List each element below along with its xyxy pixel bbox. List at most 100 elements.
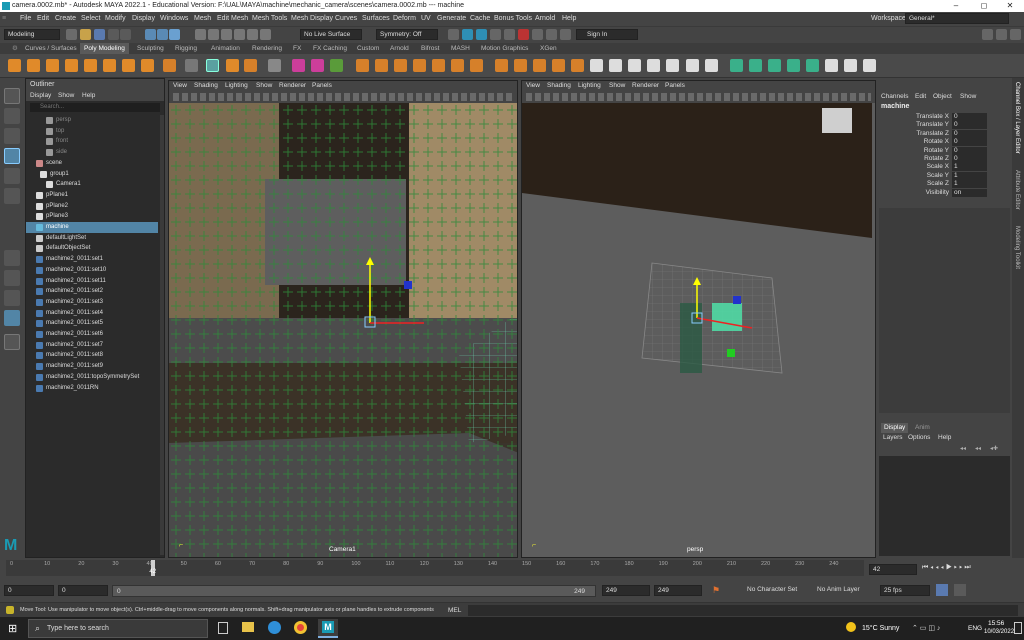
channel-menu-edit[interactable]: Edit [915, 92, 926, 102]
outliner-item[interactable]: machime2_0011:set1 [26, 254, 158, 265]
sign-in-button[interactable]: Sign In [576, 29, 638, 40]
freeze-transform-icon[interactable] [863, 59, 876, 72]
menu-set-dropdown[interactable]: Modeling [4, 29, 60, 40]
channel-menu-channels[interactable]: Channels [881, 92, 908, 102]
side-tab-channel-box[interactable]: Channel Box / Layer Editor [1014, 82, 1020, 154]
reduce-icon[interactable] [590, 59, 603, 72]
select-object-icon[interactable] [157, 29, 168, 40]
outliner-item[interactable]: machime2_0011:set3 [26, 297, 158, 308]
arnold-render-icon[interactable] [518, 29, 529, 40]
outliner-item[interactable]: persp [26, 115, 158, 126]
channel-value[interactable]: 0 [952, 113, 987, 121]
vp1-menu-shading[interactable]: Shading [194, 81, 218, 91]
fill-hole-icon[interactable] [451, 59, 464, 72]
poly-cylinder-icon[interactable] [46, 59, 59, 72]
character-set-dropdown[interactable]: No Character Set [744, 585, 808, 596]
poly-sphere-icon[interactable] [8, 59, 21, 72]
channel-value[interactable]: 0 [952, 121, 987, 130]
notifications-icon[interactable] [1014, 622, 1022, 634]
quad-draw-icon[interactable] [533, 59, 546, 72]
vp1-menu-renderer[interactable]: Renderer [279, 81, 306, 91]
ipr-render-icon[interactable] [476, 29, 487, 40]
outliner-item[interactable]: Camera1 [26, 179, 158, 190]
target-weld-icon[interactable] [495, 59, 508, 72]
history-icon[interactable] [448, 29, 459, 40]
viewport-icon-bar[interactable] [526, 93, 871, 101]
delete-history-icon[interactable] [844, 59, 857, 72]
new-layer-icon[interactable]: ◂✚ [990, 445, 998, 452]
rotate-tool-icon[interactable] [4, 168, 20, 184]
shelf-tab-fx-caching[interactable]: FX Caching [309, 43, 351, 54]
mel-label[interactable]: MEL [448, 603, 461, 618]
type-icon[interactable] [226, 59, 239, 72]
layer-menu-options[interactable]: Options [908, 433, 930, 443]
outliner-item[interactable]: top [26, 126, 158, 137]
select-tool-icon[interactable] [4, 88, 20, 104]
bevel-icon[interactable] [394, 59, 407, 72]
scale-tool-icon[interactable] [4, 188, 20, 204]
shelf-menu-icon[interactable]: ⚙ [8, 43, 22, 54]
live-surface-field[interactable]: No Live Surface [300, 29, 362, 40]
outliner-item[interactable]: machime2_0011:set5 [26, 318, 158, 329]
layer-menu-layers[interactable]: Layers [883, 433, 903, 443]
four-view-icon[interactable] [4, 270, 20, 286]
uv-editor-icon[interactable] [268, 59, 281, 72]
minimize-button[interactable]: – [942, 0, 970, 12]
move-tool-icon[interactable] [4, 148, 20, 164]
viewport-camera1[interactable]: View Shading Lighting Show Renderer Pane… [168, 80, 518, 558]
channel-row[interactable]: Translate X0 [877, 113, 1012, 121]
make-live-icon[interactable] [260, 29, 271, 40]
paint-select-tool-icon[interactable] [4, 128, 20, 144]
vp2-menu-panels[interactable]: Panels [665, 81, 685, 91]
svg-icon[interactable] [244, 59, 257, 72]
chrome-icon[interactable] [294, 621, 307, 634]
shelf-tab-xgen[interactable]: XGen [536, 43, 561, 54]
menu-mesh-tools[interactable]: Mesh Tools [252, 12, 287, 26]
outliner-item[interactable]: machime2_0011:topoSymmetrySet [26, 372, 158, 383]
edge-loop-icon[interactable] [552, 59, 565, 72]
menu-mesh-display[interactable]: Mesh Display [291, 12, 333, 26]
outliner-menu-help[interactable]: Help [82, 91, 95, 101]
weather-text[interactable]: 15°C Sunny [862, 617, 899, 640]
menu-uv[interactable]: UV [421, 12, 431, 26]
render-view-icon[interactable] [532, 29, 543, 40]
poly-platonic-icon[interactable] [141, 59, 154, 72]
multi-cut-icon[interactable] [470, 59, 483, 72]
conform-icon[interactable] [806, 59, 819, 72]
channel-value[interactable]: 0 [952, 129, 987, 138]
toggle-channel-box-icon[interactable] [1010, 29, 1021, 40]
maximize-button[interactable]: ◻ [970, 0, 998, 12]
single-view-icon[interactable] [4, 250, 20, 266]
playback-end-field[interactable]: 249 [602, 585, 650, 596]
command-line-input[interactable] [468, 605, 1018, 616]
menu-file[interactable]: File [20, 12, 31, 26]
channel-row[interactable]: Rotate Z0 [877, 155, 1012, 163]
shelf-tab-custom[interactable]: Custom [353, 43, 383, 54]
snap-grid-icon[interactable] [195, 29, 206, 40]
combine-icon[interactable] [292, 59, 305, 72]
channel-value[interactable]: 0 [952, 146, 987, 155]
language-indicator[interactable]: ENG [968, 617, 982, 640]
anim-layer-dropdown[interactable]: No Anim Layer [814, 585, 874, 596]
select-component-icon[interactable] [169, 29, 180, 40]
quadrangulate-icon[interactable] [628, 59, 641, 72]
side-by-side-view-icon[interactable] [4, 290, 20, 306]
select-hierarchy-icon[interactable] [145, 29, 156, 40]
undo-icon[interactable] [108, 29, 119, 40]
shelf-tab-rendering[interactable]: Rendering [248, 43, 286, 54]
channel-value[interactable]: 1 [952, 171, 987, 180]
outliner-item[interactable]: defaultLightSet [26, 233, 158, 244]
lasso-tool-icon[interactable] [4, 108, 20, 124]
separate-icon[interactable] [311, 59, 324, 72]
connect-icon[interactable] [514, 59, 527, 72]
channel-row[interactable]: Visibility on [877, 188, 1012, 197]
outliner-item[interactable]: group1 [26, 169, 158, 180]
channel-row[interactable]: Scale Y1 [877, 171, 1012, 180]
vp1-menu-lighting[interactable]: Lighting [225, 81, 248, 91]
channel-value[interactable]: on [952, 188, 987, 197]
render-settings-icon[interactable] [490, 29, 501, 40]
current-frame-field[interactable]: 42 [869, 564, 917, 575]
toggle-panel-icon[interactable] [560, 29, 571, 40]
render-frame-icon[interactable] [462, 29, 473, 40]
layer-menu-help[interactable]: Help [938, 433, 951, 443]
